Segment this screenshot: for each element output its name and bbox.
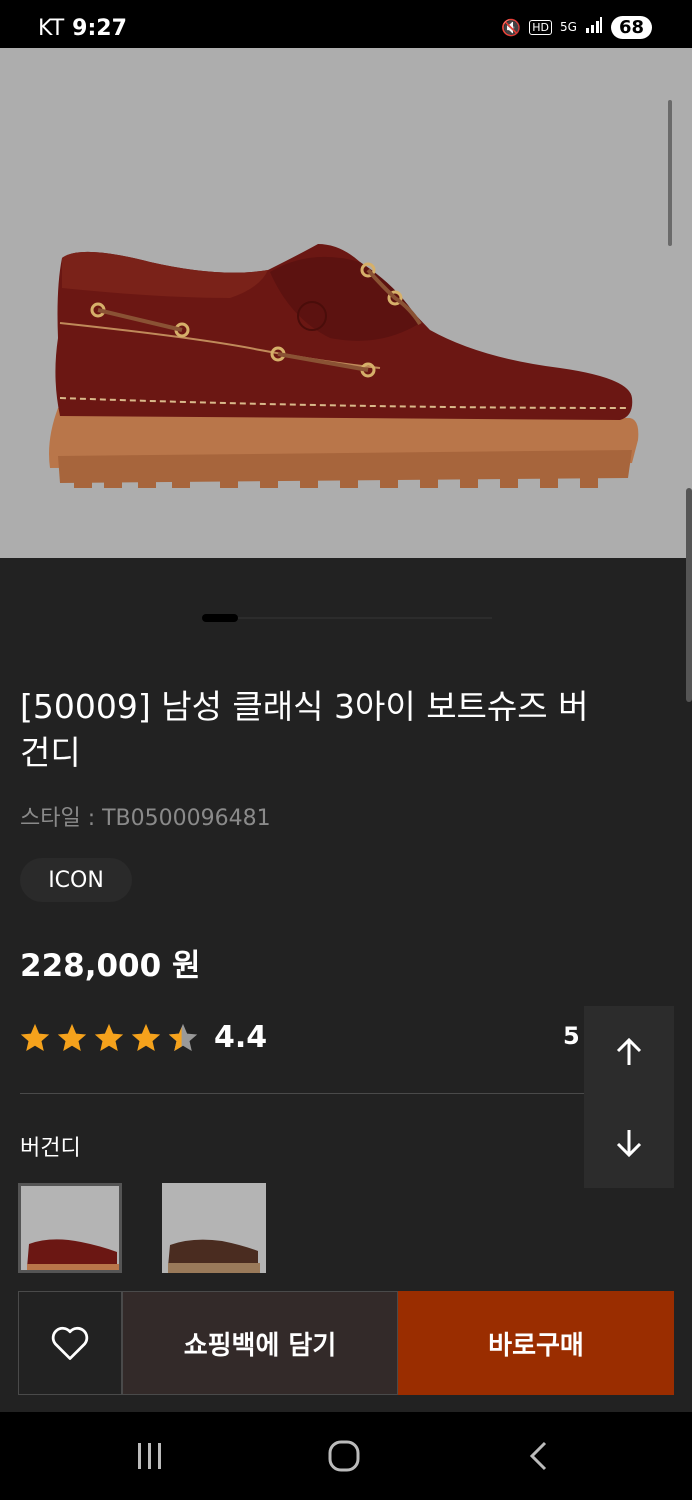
product-image-carousel[interactable]: [0, 48, 692, 558]
purchase-action-bar: 쇼핑백에 담기 바로구매: [18, 1291, 674, 1395]
recents-icon: [138, 1443, 161, 1469]
scroll-bottom-button[interactable]: [584, 1097, 674, 1188]
system-navigation-bar: [0, 1412, 692, 1500]
star-full-icon: [57, 1023, 87, 1051]
section-divider: [20, 1093, 584, 1094]
carousel-page-indicator: [202, 614, 492, 622]
rating-value: 4.4: [214, 1020, 268, 1055]
back-button[interactable]: [508, 1434, 568, 1478]
signal-icon: [585, 16, 603, 38]
shoe-thumbnail: [168, 1239, 260, 1273]
shoe-thumbnail: [27, 1239, 119, 1270]
scroll-controls: [584, 1006, 674, 1188]
home-button[interactable]: [314, 1434, 374, 1478]
status-bar: KT 9:27 🔇 HD 5G 68: [0, 0, 692, 48]
back-icon: [529, 1441, 547, 1471]
image-scrollbar: [668, 100, 672, 246]
wishlist-button[interactable]: [18, 1291, 122, 1395]
icon-badge: ICON: [20, 858, 132, 902]
arrow-up-icon: [616, 1037, 642, 1065]
arrow-down-icon: [616, 1129, 642, 1157]
heart-icon: [51, 1326, 89, 1360]
product-title: [50009] 남성 클래식 3아이 보트슈즈 버건디: [20, 687, 589, 772]
star-full-icon: [131, 1023, 161, 1051]
battery-indicator: 68: [610, 15, 652, 39]
rating-summary[interactable]: 4.4: [18, 1020, 267, 1055]
buy-now-button[interactable]: 바로구매: [398, 1291, 674, 1395]
color-option-burgundy[interactable]: [18, 1183, 122, 1273]
review-count-link[interactable]: 5 i: [563, 1022, 585, 1050]
carrier-label: KT: [38, 16, 65, 41]
star-full-icon: [94, 1023, 124, 1051]
color-option-brown[interactable]: [162, 1183, 266, 1273]
status-icons: 🔇 HD 5G 68: [501, 14, 652, 40]
add-to-bag-button[interactable]: 쇼핑백에 담기: [122, 1291, 398, 1395]
product-image: [49, 244, 639, 488]
mute-icon: 🔇: [501, 17, 522, 37]
product-price: 228,000 원: [20, 948, 201, 984]
home-icon: [328, 1440, 360, 1472]
recent-apps-button[interactable]: [120, 1434, 180, 1478]
status-clock: KT 9:27: [38, 16, 127, 41]
star-partial-icon: [168, 1023, 198, 1051]
rating-stars: [18, 1021, 200, 1055]
page-scrollbar[interactable]: [686, 488, 692, 702]
indicator-thumb: [202, 614, 238, 622]
product-style-code: 스타일 : TB0500096481: [20, 806, 271, 831]
selected-color-label: 버건디: [20, 1136, 81, 1161]
time-label: 9:27: [72, 16, 127, 41]
network-icon: 5G: [560, 20, 577, 34]
star-full-icon: [20, 1023, 50, 1051]
scroll-top-button[interactable]: [584, 1006, 674, 1097]
hd-icon: HD: [529, 19, 552, 35]
indicator-track: [202, 617, 492, 619]
